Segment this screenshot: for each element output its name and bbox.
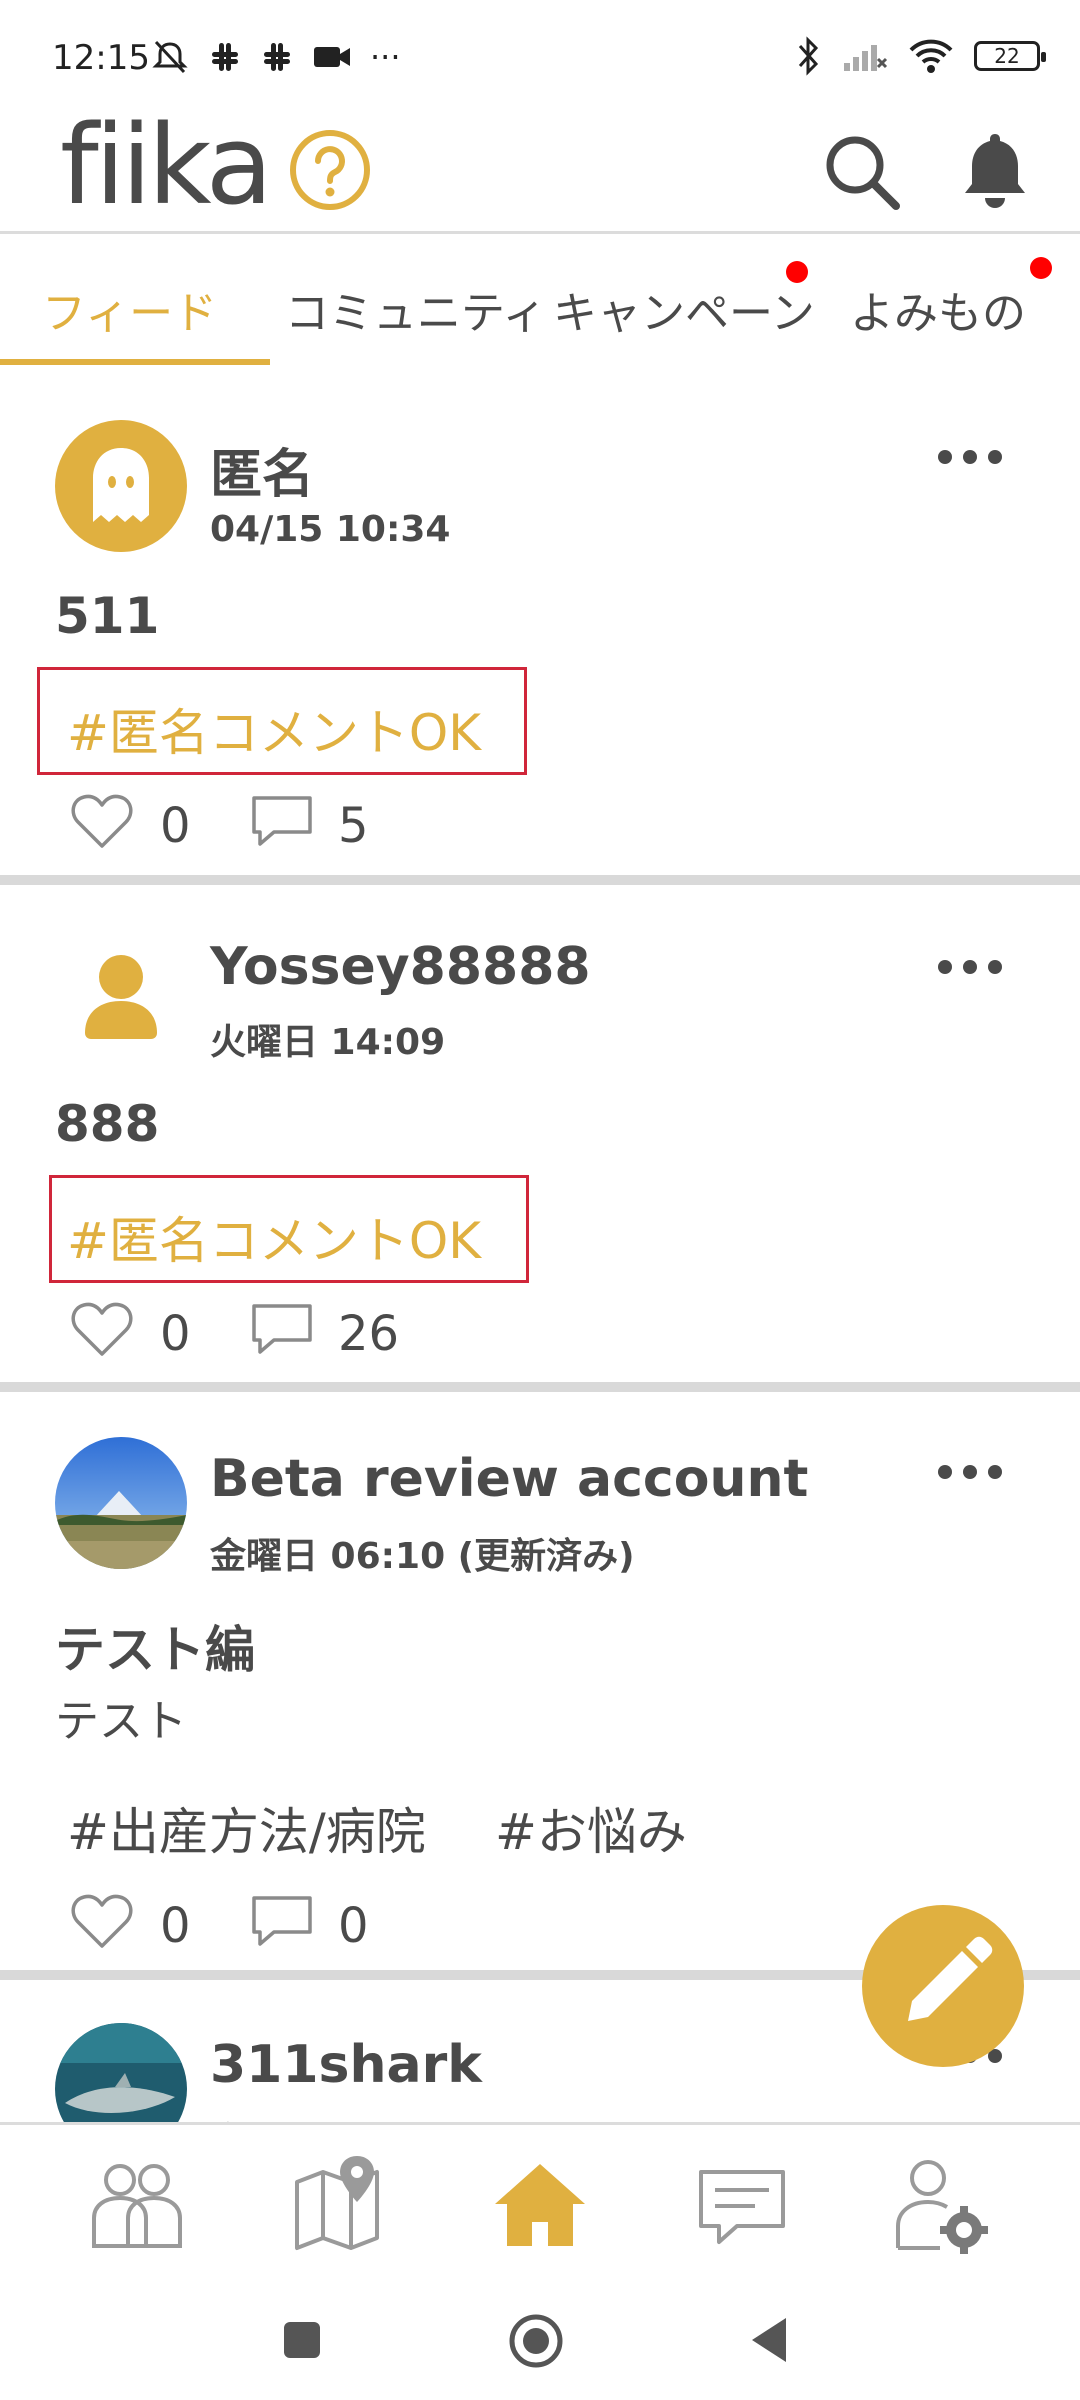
post-username[interactable]: Yossey88888: [210, 937, 591, 997]
post-divider: [0, 1382, 1080, 1392]
home-system-icon[interactable]: [507, 2312, 565, 2370]
bell-icon[interactable]: [955, 128, 1035, 214]
feed-post[interactable]: Yossey88888 火曜日 14:09 888 #匿名コメントOK 0 26: [0, 885, 1080, 1385]
slack-icon-2: [264, 43, 290, 71]
like-count: 0: [160, 1898, 191, 1954]
post-title: 511: [55, 587, 160, 645]
slack-icon: [212, 43, 238, 71]
status-system-icons: 22: [796, 36, 1046, 76]
post-title: 888: [55, 1095, 160, 1153]
post-tag[interactable]: #匿名コメントOK: [67, 693, 481, 765]
signal-icon: [844, 45, 888, 71]
help-icon[interactable]: [288, 128, 372, 212]
like-count: 0: [160, 798, 191, 854]
comment-count: 26: [338, 1306, 400, 1362]
app-header: fiika: [0, 110, 1080, 234]
post-timestamp: 火曜日 14:09: [210, 1022, 446, 1063]
status-time: 12:15: [52, 38, 150, 78]
avatar[interactable]: [55, 925, 187, 1057]
tab-community[interactable]: コミュニティ: [285, 277, 546, 341]
bluetooth-icon: [798, 36, 819, 76]
compose-button[interactable]: [862, 1905, 1024, 2067]
post-divider: [0, 875, 1080, 885]
avatar[interactable]: [55, 2023, 187, 2122]
tab-campaign[interactable]: キャンペーン: [553, 277, 815, 341]
heart-icon[interactable]: [70, 792, 134, 850]
landscape-avatar-image: [55, 1437, 187, 1569]
feed-list[interactable]: 匿名 04/15 10:34 511 #匿名コメントOK 0 5 Yossey8…: [0, 367, 1080, 2122]
back-icon[interactable]: [748, 2314, 790, 2366]
more-options-icon[interactable]: [935, 445, 1005, 469]
comment-count: 5: [338, 798, 369, 854]
avatar[interactable]: [55, 1437, 187, 1569]
recents-icon[interactable]: [282, 2320, 322, 2360]
app-logo: fiika: [60, 101, 273, 229]
feed-post[interactable]: 匿名 04/15 10:34 511 #匿名コメントOK 0 5: [0, 367, 1080, 882]
pencil-icon: [908, 1936, 993, 2021]
post-tag[interactable]: #お悩み: [495, 1792, 687, 1864]
tab-reading[interactable]: よみもの: [850, 277, 1026, 341]
chat-icon[interactable]: [687, 2150, 797, 2260]
status-bar: 12:15 ··· 22: [0, 0, 1080, 110]
friends-icon[interactable]: [82, 2150, 192, 2260]
tab-feed[interactable]: フィード: [42, 277, 217, 341]
system-navigation-bar: [0, 2282, 1080, 2400]
post-tag[interactable]: #出産方法/病院: [67, 1792, 426, 1864]
tab-campaign-badge: [786, 261, 808, 283]
bottom-navigation: [0, 2122, 1080, 2282]
more-notifications-icon: ···: [370, 38, 401, 76]
ghost-icon: [93, 448, 149, 522]
like-count: 0: [160, 1306, 191, 1362]
post-username[interactable]: 311shark: [210, 2035, 482, 2095]
post-tag[interactable]: #匿名コメントOK: [67, 1201, 481, 1273]
wifi-icon: [909, 39, 953, 73]
post-username[interactable]: 匿名: [210, 432, 314, 507]
user-settings-icon[interactable]: [888, 2150, 998, 2260]
tab-active-indicator: [0, 359, 270, 365]
status-notification-icons: ···: [150, 38, 401, 76]
more-options-icon[interactable]: [935, 1460, 1005, 1484]
heart-icon[interactable]: [70, 1300, 134, 1358]
more-options-icon[interactable]: [935, 955, 1005, 979]
tab-bar: フィード コミュニティ キャンペーン よみもの: [0, 237, 1080, 367]
user-silhouette-icon: [85, 955, 157, 1039]
avatar[interactable]: [55, 420, 187, 552]
map-icon[interactable]: [283, 2150, 393, 2260]
feed-post[interactable]: Beta review account 金曜日 06:10 (更新済み) テスト…: [0, 1392, 1080, 1982]
video-camera-icon: [314, 47, 350, 67]
post-title: テスト編: [55, 1621, 255, 1679]
shark-avatar-image: [55, 2023, 187, 2122]
comment-icon[interactable]: [250, 1300, 314, 1358]
heart-icon[interactable]: [70, 1892, 134, 1950]
comment-icon[interactable]: [250, 792, 314, 850]
battery-icon: 22: [974, 41, 1046, 71]
comment-icon[interactable]: [250, 1892, 314, 1950]
post-body: テスト: [55, 1696, 187, 1747]
tab-reading-badge: [1030, 257, 1052, 279]
post-timestamp: 04/15 10:34: [210, 509, 451, 550]
home-icon[interactable]: [485, 2150, 595, 2260]
comment-count: 0: [338, 1898, 369, 1954]
search-icon[interactable]: [820, 130, 904, 214]
mute-icon: [152, 40, 188, 74]
post-timestamp: 金曜日 21:46: [210, 2112, 445, 2122]
post-username[interactable]: Beta review account: [210, 1449, 808, 1509]
post-timestamp: 金曜日 06:10 (更新済み): [210, 1536, 635, 1577]
